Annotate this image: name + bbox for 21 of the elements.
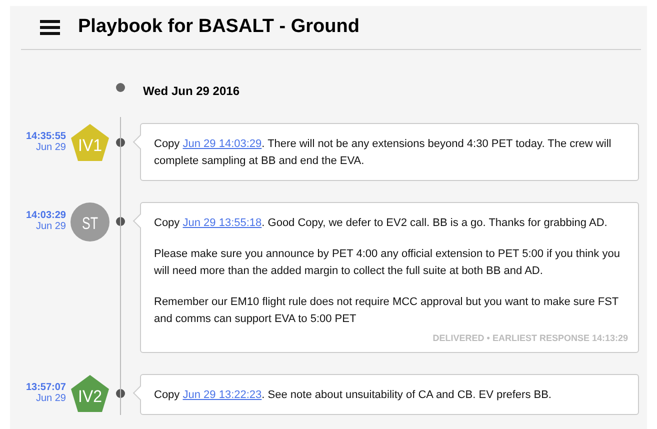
- message-date: Jun 29: [36, 221, 66, 232]
- avatar-badge: IV2: [70, 374, 110, 414]
- message-time: 13:57:07: [26, 382, 66, 392]
- message-link[interactable]: Jun 29 13:55:18: [182, 217, 262, 229]
- menu-icon[interactable]: [40, 20, 60, 35]
- message-text: Copy Jun 29 13:22:23. See note about unsuitability of CA and CB. EV prefers BB.: [154, 388, 552, 402]
- message-text: Please make sure you announce by PET 4:00 any official extension to PET 5:00 if you think you will need more than the added margin to collect the full suite at both BB and AD.: [154, 247, 621, 279]
- message-time: 14:35:55: [26, 131, 66, 142]
- message-link[interactable]: Jun 29 13:22:23: [182, 388, 262, 400]
- message-date: Jun 29: [36, 392, 66, 404]
- avatar-badge: IV1: [70, 123, 110, 163]
- message-link[interactable]: Jun 29 14:03:29: [182, 138, 262, 150]
- date-heading: Wed Jun 29 2016: [143, 83, 240, 100]
- delivery-status: DELIVERED • EARLIEST RESPONSE 14:13:29: [432, 332, 628, 345]
- avatar-badge: ST: [70, 202, 110, 242]
- message-text: Copy Jun 29 13:55:18. Good Copy, we defer to EV2 call. BB is a go. Thanks for grabbing AD.: [154, 216, 608, 231]
- message-text: Remember our EM10 flight rule does not require MCC approval but you want to make sure FST and comms can support EVA to 5:00 PET: [154, 295, 620, 327]
- message-text: Copy Jun 29 14:03:29. There will not be any extensions beyond 4:30 PET today. The crew will complete sampling at BB and end the EVA.: [154, 137, 612, 169]
- page-title: Playbook for BASALT - Ground: [78, 15, 360, 40]
- message-time: 14:03:29: [26, 210, 66, 221]
- message-date: Jun 29: [36, 142, 66, 153]
